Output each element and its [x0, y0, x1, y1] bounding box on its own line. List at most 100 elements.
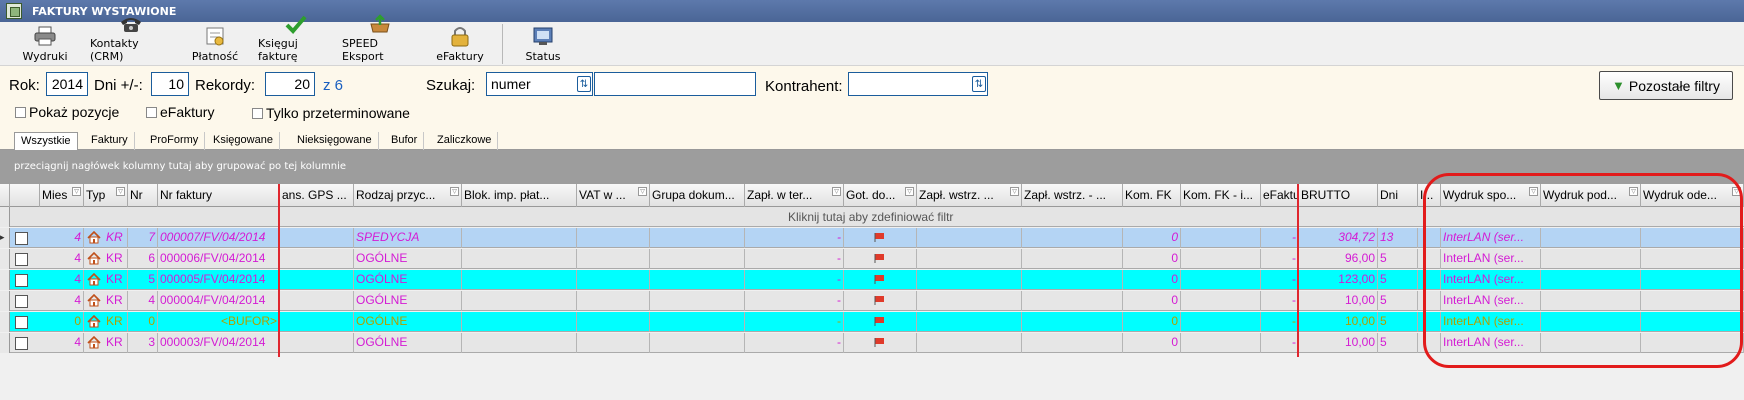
house-icon: [87, 336, 101, 349]
efaktury-button[interactable]: eFaktury: [434, 22, 486, 66]
table-cell: [462, 270, 577, 290]
column-header-kom-fk-i[interactable]: Kom. FK - i...: [1181, 184, 1261, 207]
table-cell: [577, 333, 650, 353]
filter-funnel-icon: ▼: [1612, 78, 1625, 93]
filter-icon[interactable]: ▽: [116, 187, 125, 196]
table-cell: 0: [1123, 333, 1181, 353]
tab-faktury[interactable]: Faktury: [85, 132, 135, 150]
szukaj-input[interactable]: [594, 72, 756, 96]
table-cell: -: [745, 291, 844, 311]
row-indicator: [0, 249, 10, 269]
tab-proformy[interactable]: ProFormy: [144, 132, 206, 150]
header-checkbox: [10, 184, 40, 207]
column-header-dni[interactable]: Dni: [1378, 184, 1418, 207]
table-cell: 10,00: [1299, 333, 1378, 353]
efaktury-checkbox[interactable]: eFaktury: [146, 104, 214, 120]
column-header-brutto[interactable]: BRUTTO: [1299, 184, 1378, 207]
column-header-vat[interactable]: VAT w ... ▽: [577, 184, 650, 207]
tab-nieksiegowane[interactable]: Nieksięgowane: [291, 132, 379, 150]
column-header-nr[interactable]: Nr: [128, 184, 158, 207]
table-cell: 13: [1378, 228, 1418, 248]
tab-ksiegowane[interactable]: Księgowane: [207, 132, 280, 150]
dropdown-arrow-icon[interactable]: ⇅: [577, 76, 591, 92]
house-icon: [87, 273, 101, 286]
table-cell: [650, 291, 745, 311]
column-header-rodzaj[interactable]: Rodzaj przyc... ▽: [354, 184, 462, 207]
table-cell: -: [1261, 249, 1299, 269]
ksieguj-fakture-button[interactable]: Księguj fakturę: [258, 15, 334, 66]
column-header-blok-imp[interactable]: Blok. imp. płat...: [462, 184, 577, 207]
filter-icon[interactable]: ▽: [72, 187, 81, 196]
platnosc-button[interactable]: Płatność: [190, 22, 240, 66]
column-header-trans-gps[interactable]: ans. GPS ...: [280, 184, 354, 207]
row-checkbox[interactable]: [15, 253, 28, 266]
pokaz-pozycje-checkbox[interactable]: Pokaż pozycje: [15, 104, 119, 120]
column-header-zapl-wstrz[interactable]: Zapł. wstrz. ... ▽: [917, 184, 1022, 207]
row-checkbox[interactable]: [15, 337, 28, 350]
column-header-mies[interactable]: Mies ▽: [40, 184, 84, 207]
tab-wszystkie[interactable]: Wszystkie: [14, 132, 78, 151]
tab-zaliczkowe[interactable]: Zaliczkowe: [431, 132, 499, 150]
table-cell: [917, 291, 1022, 311]
telephone-icon: [119, 14, 143, 34]
payment-icon: [203, 25, 227, 47]
tab-bufor[interactable]: Bufor: [385, 132, 425, 150]
kontrahent-select[interactable]: ⇅: [848, 72, 988, 96]
table-cell: [1181, 228, 1261, 248]
table-cell: [462, 291, 577, 311]
szukaj-field-select[interactable]: numer ⇅: [486, 72, 593, 96]
table-cell: -: [1261, 228, 1299, 248]
wydruki-button[interactable]: Wydruki: [20, 22, 70, 66]
house-icon: [87, 315, 101, 328]
filter-icon[interactable]: ▽: [905, 187, 914, 196]
status-icon: [531, 25, 555, 47]
table-cell: 10,00: [1299, 312, 1378, 332]
table-cell: 5: [1378, 249, 1418, 269]
status-button[interactable]: Status: [518, 22, 568, 66]
column-header-got-do[interactable]: Got. do... ▽: [844, 184, 917, 207]
row-checkbox[interactable]: [15, 295, 28, 308]
table-cell: 4: [40, 333, 84, 353]
toolbar-separator: [502, 24, 503, 64]
table-cell: [650, 312, 745, 332]
column-header-kom-fk[interactable]: Kom. FK: [1123, 184, 1181, 207]
filter-icon[interactable]: ▽: [1010, 187, 1019, 196]
table-cell: OGÓLNE: [354, 270, 462, 290]
column-header-efaktura[interactable]: eFaktu: [1261, 184, 1299, 207]
speed-eksport-button[interactable]: SPEED Eksport: [342, 14, 418, 66]
row-indicator: [0, 312, 10, 332]
column-header-typ[interactable]: Typ ▽: [84, 184, 128, 207]
column-header-zapl-w-ter[interactable]: Zapł. w ter... ▽: [745, 184, 844, 207]
table-cell: 0: [128, 312, 158, 332]
filter-icon[interactable]: ▽: [638, 187, 647, 196]
tylko-przeterminowane-checkbox[interactable]: Tylko przeterminowane: [252, 105, 410, 121]
header-corner: [0, 184, 10, 207]
dni-input[interactable]: 10: [151, 72, 189, 96]
filter-icon[interactable]: ▽: [832, 187, 841, 196]
flag-icon: [874, 296, 884, 305]
highlight-annotation: [1423, 173, 1743, 368]
rok-input[interactable]: 2014: [46, 72, 88, 96]
row-checkbox[interactable]: [15, 316, 28, 329]
row-indicator: [0, 270, 10, 290]
column-header-zapl-wstrz-2[interactable]: Zapł. wstrz. - ...: [1022, 184, 1123, 207]
table-cell: 0: [1123, 312, 1181, 332]
export-icon: [368, 14, 392, 34]
column-header-grupa-dokum[interactable]: Grupa dokum...: [650, 184, 745, 207]
column-header-nr-faktury[interactable]: Nr faktury: [158, 184, 280, 207]
table-cell: [1181, 249, 1261, 269]
table-cell: 000006/FV/04/2014: [158, 249, 280, 269]
table-cell: [280, 228, 354, 248]
filter-icon[interactable]: ▽: [450, 187, 459, 196]
pozostale-filtry-button[interactable]: ▼ Pozostałe filtry: [1599, 71, 1733, 100]
kontakty-crm-button[interactable]: Kontakty (CRM): [90, 18, 172, 66]
rekordy-input[interactable]: 20: [265, 72, 315, 96]
table-cell: [577, 249, 650, 269]
row-checkbox[interactable]: [15, 232, 28, 245]
rok-label: Rok:: [9, 77, 40, 94]
row-checkbox[interactable]: [15, 274, 28, 287]
table-cell: 4: [128, 291, 158, 311]
szukaj-label: Szukaj:: [426, 77, 476, 94]
house-icon: [87, 231, 101, 244]
dropdown-arrow-icon[interactable]: ⇅: [972, 76, 986, 92]
